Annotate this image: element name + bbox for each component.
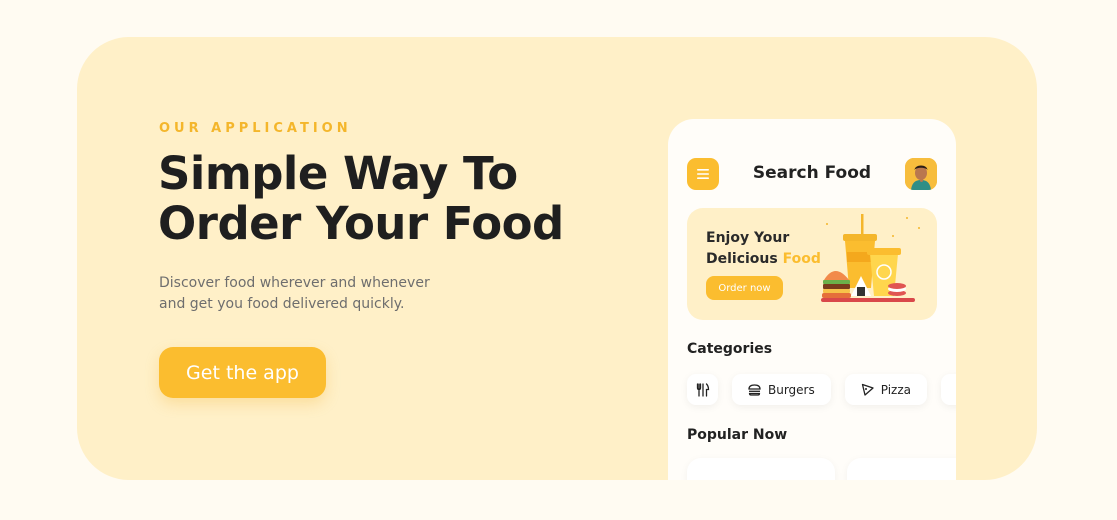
banner-line-2: Delicious Food <box>706 249 821 270</box>
get-the-app-button[interactable]: Get the app <box>159 347 326 398</box>
burger-icon <box>748 383 761 396</box>
banner-line-2-prefix: Delicious <box>706 251 783 267</box>
headline-line-2: Order Your Food <box>158 197 564 250</box>
headline-line-1: Simple Way To <box>158 147 518 200</box>
category-chip-partial[interactable] <box>941 374 956 405</box>
categories-heading: Categories <box>687 341 773 357</box>
category-label-burgers: Burgers <box>768 382 815 397</box>
category-filter-all[interactable] <box>687 374 718 405</box>
promo-banner: Enjoy Your Delicious Food Order now <box>687 208 937 320</box>
popular-item-card[interactable] <box>847 458 956 480</box>
food-illustration <box>821 214 920 302</box>
banner-line-1: Enjoy Your <box>706 230 790 246</box>
pizza-icon <box>861 383 874 396</box>
utensils-icon <box>696 382 709 397</box>
category-label-pizza: Pizza <box>880 382 912 397</box>
user-avatar-icon <box>905 158 937 190</box>
avatar[interactable] <box>905 158 937 190</box>
headline: Simple Way To Order Your Food <box>158 149 578 249</box>
category-chip-burgers[interactable]: Burgers <box>732 374 831 405</box>
banner-text: Enjoy Your Delicious Food <box>706 228 821 270</box>
phone-mockup: Search Food Enjoy Your Delicious Food Or… <box>668 119 956 480</box>
popular-now-heading: Popular Now <box>687 427 788 443</box>
category-chips: Burgers Pizza <box>687 374 956 405</box>
hero-card: OUR APPLICATION Simple Way To Order Your… <box>77 37 1037 480</box>
order-now-button[interactable]: Order now <box>706 276 783 300</box>
hero-description: Discover food wherever and whenever and … <box>159 275 430 312</box>
category-chip-pizza[interactable]: Pizza <box>844 374 928 405</box>
eyebrow-label: OUR APPLICATION <box>159 121 352 136</box>
popular-item-card[interactable] <box>687 458 835 480</box>
